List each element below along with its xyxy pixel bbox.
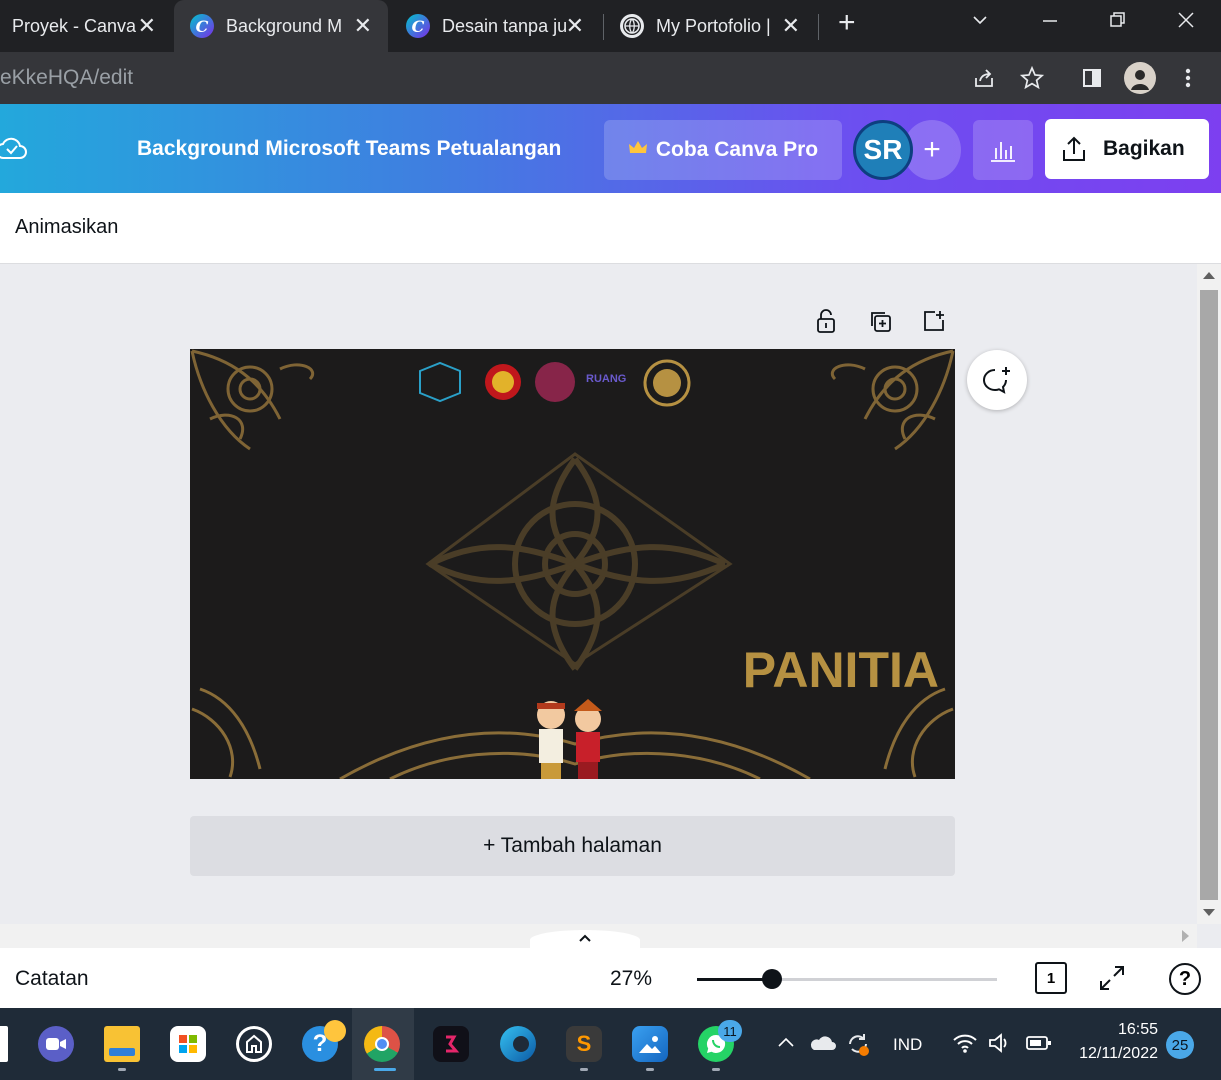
tab-separator <box>603 14 604 40</box>
upload-icon <box>1063 136 1085 161</box>
minimize-icon[interactable] <box>1040 10 1060 36</box>
share-button[interactable]: Bagikan <box>1045 119 1209 179</box>
close-icon[interactable]: ✕ <box>782 13 800 39</box>
scroll-right-icon[interactable] <box>1182 930 1189 942</box>
edge-icon[interactable] <box>500 1026 536 1062</box>
start-icon[interactable] <box>0 1026 8 1062</box>
volume-icon[interactable] <box>988 1032 1012 1059</box>
side-panel-icon[interactable] <box>1078 64 1106 92</box>
zoom-slider-fill <box>697 978 772 981</box>
tab-title: My Portofolio | <box>656 15 771 36</box>
canva-icon: C <box>190 14 214 38</box>
tab-background[interactable]: C Background M ✕ <box>174 0 388 52</box>
onedrive-icon[interactable] <box>808 1034 836 1057</box>
running-indicator <box>374 1068 396 1071</box>
file-explorer-icon[interactable] <box>104 1026 140 1062</box>
svg-text:RUANG: RUANG <box>586 373 626 385</box>
fullscreen-icon[interactable] <box>1097 963 1127 998</box>
bar-chart-icon <box>991 142 1015 162</box>
clock-date[interactable]: 12/11/2022 <box>1070 1045 1158 1063</box>
new-tab-button[interactable]: + <box>838 6 856 40</box>
zoom-slider[interactable] <box>697 978 997 981</box>
tab-title: Background M <box>226 15 343 36</box>
scroll-up-icon[interactable] <box>1203 272 1215 279</box>
globe-icon <box>620 14 644 38</box>
sync-icon[interactable] <box>844 1030 872 1063</box>
vertical-scrollbar[interactable] <box>1197 264 1221 924</box>
notification-dot <box>324 1020 346 1042</box>
tab-portofolio[interactable]: My Portofolio | ✕ <box>606 0 816 52</box>
tab-desain[interactable]: C Desain tanpa ju ✕ <box>390 0 600 52</box>
design-canvas[interactable]: RUANG PANITIA <box>190 349 955 779</box>
crown-icon <box>628 138 648 162</box>
battery-icon[interactable] <box>1025 1034 1053 1057</box>
running-indicator <box>580 1068 588 1071</box>
pro-button-label: Coba Canva Pro <box>655 138 819 161</box>
wifi-icon[interactable] <box>952 1032 978 1059</box>
running-indicator <box>712 1068 720 1071</box>
language-indicator[interactable]: IND <box>893 1035 922 1055</box>
tab-search-icon[interactable] <box>970 10 990 36</box>
add-page-button[interactable]: + Tambah halaman <box>190 816 955 876</box>
close-window-icon[interactable] <box>1176 10 1196 36</box>
expand-pages-button[interactable] <box>530 930 640 950</box>
insights-button[interactable] <box>973 120 1033 180</box>
more-menu-icon[interactable] <box>1174 64 1202 92</box>
sublime-text-icon[interactable]: S <box>566 1026 602 1062</box>
close-icon[interactable]: ✕ <box>566 13 584 39</box>
running-indicator <box>118 1068 126 1071</box>
notes-button[interactable]: Catatan <box>15 967 89 991</box>
canva-header: Background Microsoft Teams Petualangan C… <box>0 104 1221 193</box>
microsoft-store-icon[interactable] <box>170 1026 206 1062</box>
comment-icon <box>983 367 1010 394</box>
teams-chat-icon[interactable] <box>38 1026 74 1062</box>
url-field[interactable]: eKkeHQA/edit <box>0 66 133 90</box>
editor-footer: Catatan 27% 1 ? <box>0 930 1221 1008</box>
chevron-up-icon[interactable] <box>776 1034 796 1055</box>
scroll-down-icon[interactable] <box>1203 909 1215 916</box>
zoom-slider-handle[interactable] <box>762 969 782 989</box>
try-canva-pro-button[interactable]: Coba Canva Pro <box>604 120 842 180</box>
design-heading-text[interactable]: PANITIA <box>743 641 939 699</box>
user-avatar[interactable]: SR <box>853 120 913 180</box>
notification-center-badge[interactable]: 25 <box>1166 1031 1194 1059</box>
running-indicator <box>646 1068 654 1071</box>
scrollbar-thumb[interactable] <box>1200 290 1218 900</box>
whatsapp-badge: 11 <box>718 1020 742 1042</box>
profile-avatar[interactable] <box>1124 62 1156 94</box>
bookmark-star-icon[interactable] <box>1018 64 1046 92</box>
ornament-artwork: RUANG <box>190 349 955 779</box>
cloud-saved-icon <box>0 134 28 167</box>
clock-time[interactable]: 16:55 <box>1070 1021 1158 1039</box>
animate-button[interactable]: Animasikan <box>15 216 118 239</box>
add-comment-button[interactable] <box>967 350 1027 410</box>
tab-separator <box>818 14 819 40</box>
help-button[interactable]: ? <box>1169 963 1201 995</box>
editor-toolbar: Animasikan <box>0 193 1221 264</box>
photos-icon[interactable] <box>632 1026 668 1062</box>
close-icon[interactable]: ✕ <box>354 13 372 39</box>
share-page-icon[interactable] <box>970 64 998 92</box>
tab-proyek[interactable]: Proyek - Canva ✕ <box>0 0 172 52</box>
canva-icon: C <box>406 14 430 38</box>
zoom-percentage[interactable]: 27% <box>610 967 652 991</box>
restore-icon[interactable] <box>1108 10 1128 36</box>
close-icon[interactable]: ✕ <box>138 13 156 39</box>
page-count-button[interactable]: 1 <box>1035 962 1067 994</box>
tab-title: Desain tanpa ju <box>442 15 566 36</box>
windows-taskbar: ? S 11 IND 16:55 12/11/2022 25 <box>0 1008 1221 1080</box>
address-bar: eKkeHQA/edit <box>0 52 1221 104</box>
share-button-label: Bagikan <box>1103 137 1185 160</box>
browser-tab-strip: Proyek - Canva ✕ C Background M ✕ C Desa… <box>0 0 1221 52</box>
video-editor-icon[interactable] <box>433 1026 469 1062</box>
lock-icon[interactable] <box>811 306 841 336</box>
document-title[interactable]: Background Microsoft Teams Petualangan <box>137 137 561 161</box>
editor-workspace: RUANG PANITIA + Tambah halaman <box>0 264 1221 948</box>
add-page-icon[interactable] <box>919 306 949 336</box>
chevron-up-icon <box>579 934 591 942</box>
tab-title: Proyek - Canva <box>12 15 137 36</box>
app-circle-icon[interactable] <box>236 1026 272 1062</box>
duplicate-page-icon[interactable] <box>865 306 895 336</box>
